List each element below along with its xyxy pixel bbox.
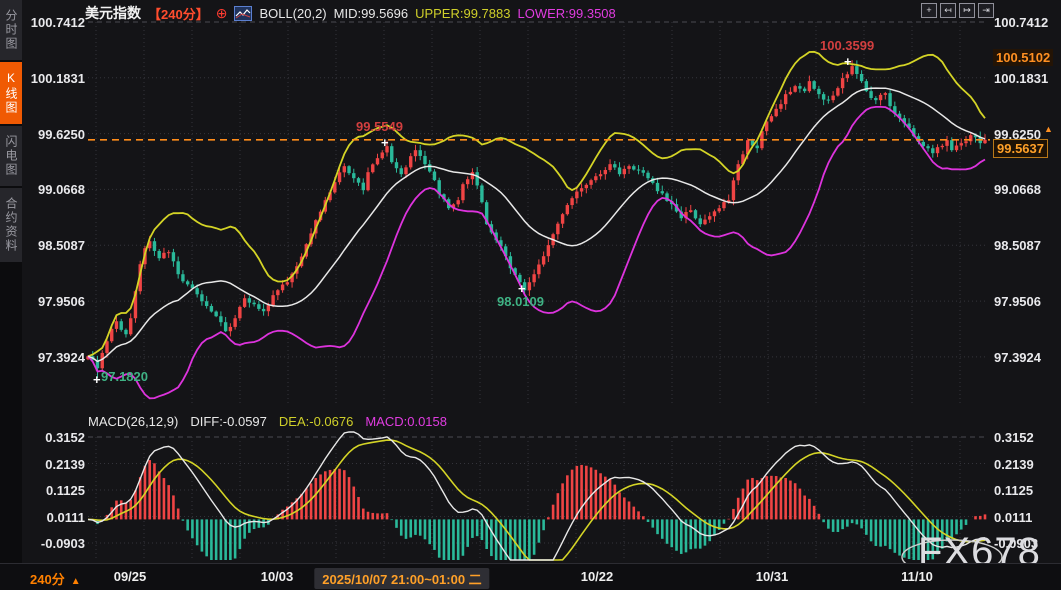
symbol-name: 美元指数 (85, 3, 141, 23)
chart-toolbar: +↤↦⇥ (921, 3, 994, 18)
jump-latest-icon[interactable]: ⇥ (978, 3, 994, 18)
date-tick-label: 10/03 (261, 569, 294, 584)
date-tick-label: 10/31 (756, 569, 789, 584)
macd-axis-label-left: 0.0111 (27, 510, 85, 525)
boll-mid-value: MID:99.5696 (334, 6, 408, 21)
price-axis-label-right: 97.9506 (994, 294, 1052, 309)
cross-marker-icon: + (518, 282, 526, 295)
macd-axis-label-right: 0.0111 (994, 510, 1052, 525)
price-axis-label-right: 98.5087 (994, 238, 1052, 253)
macd-diff-value: DIFF:-0.0597 (190, 414, 267, 429)
price-axis-label-left: 98.5087 (27, 238, 85, 253)
date-tick-label: 09/25 (114, 569, 147, 584)
macd-indicator-label: MACD(26,12,9) (88, 414, 178, 429)
date-tick-label: 11/10 (901, 569, 933, 584)
macd-axis-label-right: 0.3152 (994, 430, 1052, 445)
pan-right-icon[interactable]: ↦ (959, 3, 975, 18)
boll-lower-value: LOWER:99.3508 (517, 6, 615, 21)
price-axis-label-right: 99.0668 (994, 182, 1052, 197)
last-price-badge: 99.5637 (993, 139, 1048, 158)
price-marker-high: 99.5549 (356, 119, 403, 134)
date-tick-label: 10/22 (581, 569, 614, 584)
macd-axis-label-left: -0.0903 (27, 536, 85, 551)
macd-axis-label-left: 0.2139 (27, 457, 85, 472)
boll-indicator-label: BOLL(20,2) (259, 6, 326, 21)
cross-marker-icon: + (844, 55, 852, 68)
time-axis-bar: 240分 ▲ 09/25 10/03 2025/10/07 21:00~01:00 二… (0, 563, 1061, 590)
period-selector-button[interactable]: 240分 ▲ (30, 569, 81, 588)
macd-hist-value: MACD:0.0158 (365, 414, 447, 429)
kline-chart-window: 分时图 K线图 闪电图 合约资料 美元指数 【240分】 ⊕ BOLL(20,2… (0, 0, 1061, 590)
crosshair-icon[interactable]: + (921, 3, 937, 18)
sidebar-tab-timeshare[interactable]: 分时图 (0, 0, 22, 60)
circle-plus-icon[interactable]: ⊕ (216, 5, 228, 22)
sidebar-tab-lightning[interactable]: 闪电图 (0, 126, 22, 186)
macd-axis-label-right: 0.2139 (994, 457, 1052, 472)
price-axis-label-right: 100.7412 (994, 15, 1052, 30)
macd-dea-value: DEA:-0.0676 (279, 414, 353, 429)
price-up-arrow-icon: ▲ (1044, 124, 1053, 134)
price-axis-label-right: 97.3924 (994, 350, 1052, 365)
price-axis-label-left: 100.7412 (27, 15, 85, 30)
price-axis-label-left: 100.1831 (27, 71, 85, 86)
sidebar-tab-contract-info[interactable]: 合约资料 (0, 188, 22, 262)
crosshair-date-readout: 2025/10/07 21:00~01:00 二 (314, 568, 489, 589)
period-up-arrow-icon: ▲ (71, 576, 81, 587)
price-axis-label-left: 97.9506 (27, 294, 85, 309)
macd-axis-label-left: 0.3152 (27, 430, 85, 445)
price-axis-label-left: 97.3924 (27, 350, 85, 365)
boll-upper-value: UPPER:99.7883 (415, 6, 510, 21)
cross-marker-icon: + (381, 136, 389, 149)
macd-axis-label-right: 0.1125 (994, 483, 1052, 498)
chart-header: 美元指数 【240分】 ⊕ BOLL(20,2) MID:99.5696 UPP… (85, 4, 616, 22)
price-marker-high: 100.3599 (820, 38, 874, 53)
sidebar-tab-kline[interactable]: K线图 (0, 62, 22, 124)
price-marker-low: 97.1820 (101, 369, 148, 384)
macd-header: MACD(26,12,9) DIFF:-0.0597 DEA:-0.0676 M… (88, 414, 447, 429)
pan-left-icon[interactable]: ↤ (940, 3, 956, 18)
kline-style-icon[interactable] (234, 6, 252, 21)
band-high-badge: 100.5102 (993, 49, 1053, 66)
period-label: 【240分】 (148, 4, 209, 23)
price-axis-label-left: 99.0668 (27, 182, 85, 197)
chart-type-sidebar: 分时图 K线图 闪电图 合约资料 (0, 0, 22, 563)
price-axis-label-left: 99.6250 (27, 127, 85, 142)
price-axis-label-right: 100.1831 (994, 71, 1052, 86)
price-marker-low: 98.0109 (497, 294, 544, 309)
cross-marker-icon: + (93, 373, 101, 386)
macd-axis-label-left: 0.1125 (27, 483, 85, 498)
period-selector-label: 240分 (30, 572, 65, 587)
